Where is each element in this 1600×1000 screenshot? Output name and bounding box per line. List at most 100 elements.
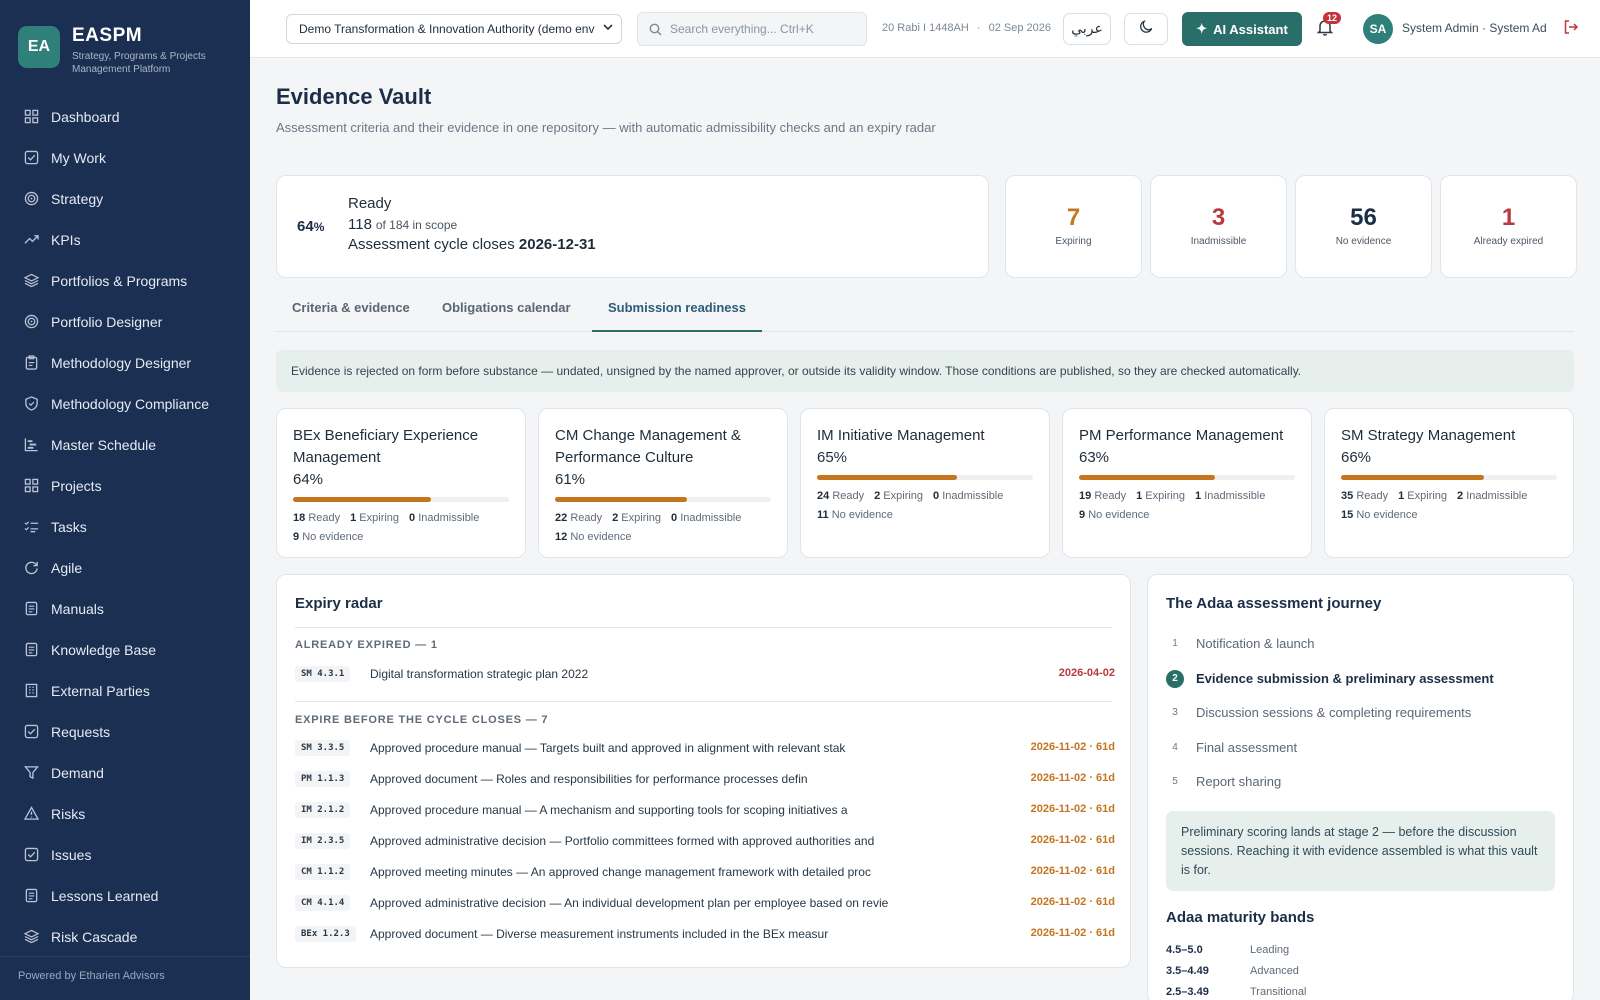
divider (295, 627, 1112, 628)
main-content: Evidence Vault Assessment criteria and t… (276, 58, 1577, 1000)
list-item[interactable]: BEx 1.2.3 Approved document — Diverse mea… (295, 924, 1115, 946)
divider (295, 701, 1112, 702)
sidebar-item-master-schedule[interactable]: Master Schedule (0, 424, 250, 465)
list-item[interactable]: SM 3.3.5 Approved procedure manual — Targ… (295, 738, 1115, 760)
tab-criteria-evidence[interactable]: Criteria & evidence (276, 300, 426, 332)
layers-icon (23, 273, 39, 289)
sidebar-item-methodology-designer[interactable]: Methodology Designer (0, 342, 250, 383)
sidebar-item-label: Methodology Designer (51, 354, 192, 371)
area-count-no-evidence: 9 No evidence (1079, 509, 1150, 521)
list-item[interactable]: IM 2.1.2 Approved procedure manual — A me… (295, 800, 1115, 822)
sidebar-item-issues[interactable]: Issues (0, 834, 250, 875)
area-readiness-card[interactable]: BEx Beneficiary Experience Management 64%… (276, 408, 526, 558)
area-readiness-card[interactable]: CM Change Management & Performance Cultu… (538, 408, 788, 558)
maturity-band: 2.5–3.49 Transitional (1166, 986, 1466, 1000)
sidebar-item-risks[interactable]: Risks (0, 793, 250, 834)
sidebar-item-label: My Work (51, 149, 106, 166)
maturity-bands-title: Adaa maturity bands (1166, 909, 1315, 926)
target-icon (23, 191, 39, 207)
sidebar-item-my-work[interactable]: My Work (0, 137, 250, 178)
avatar[interactable]: SA (1363, 14, 1393, 44)
grid-icon (23, 109, 39, 125)
stage-number: 3 (1172, 707, 1178, 718)
expiry-date: 2026-11-02 · 61d (1030, 896, 1115, 908)
notification-count-badge: 12 (1323, 12, 1342, 24)
stat-card-already-expired[interactable]: 1 Already expired (1440, 175, 1577, 278)
sidebar-item-methodology-compliance[interactable]: Methodology Compliance (0, 383, 250, 424)
list-item[interactable]: CM 4.1.4 Approved administrative decision… (295, 893, 1115, 915)
area-readiness-card[interactable]: IM Initiative Management 65% 24 Ready 2 Exp… (800, 408, 1050, 558)
date-separator: · (976, 22, 981, 34)
area-progress-bar (293, 497, 509, 502)
sidebar-item-manuals[interactable]: Manuals (0, 588, 250, 629)
logout-icon[interactable] (1563, 19, 1579, 40)
sidebar-item-dashboard[interactable]: Dashboard (0, 96, 250, 137)
list-item[interactable]: IM 2.3.5 Approved administrative decision… (295, 831, 1115, 853)
sidebar-item-requests[interactable]: Requests (0, 711, 250, 752)
area-progress-fill (555, 497, 687, 502)
area-count-no-evidence: 11 No evidence (817, 509, 893, 521)
criterion-code: IM 2.1.2 (295, 802, 351, 818)
stat-card-expiring[interactable]: 7 Expiring (1005, 175, 1142, 278)
area-progress-fill (817, 475, 958, 480)
stat-label: Expiring (1055, 236, 1092, 247)
sidebar-item-lessons-learned[interactable]: Lessons Learned (0, 875, 250, 916)
sidebar-item-demand[interactable]: Demand (0, 752, 250, 793)
area-percent: 64% (293, 471, 324, 488)
expiry-date: 2026-11-02 · 61d (1030, 834, 1115, 846)
evidence-description: Approved administrative decision — Portf… (370, 834, 875, 848)
area-readiness-card[interactable]: SM Strategy Management 66% 35 Ready 1 Expir… (1324, 408, 1574, 558)
band-label: Transitional (1250, 986, 1307, 998)
trend-icon (23, 232, 39, 248)
stat-card-no-evidence[interactable]: 56 No evidence (1295, 175, 1432, 278)
list-item[interactable]: CM 1.1.2 Approved meeting minutes — An ap… (295, 862, 1115, 884)
evidence-description: Approved document — Roles and responsibi… (370, 772, 808, 786)
tab-submission-readiness[interactable]: Submission readiness (592, 300, 762, 332)
sidebar-item-strategy[interactable]: Strategy (0, 178, 250, 219)
organization-select[interactable]: Demo Transformation & Innovation Authori… (286, 14, 622, 44)
tab-obligations-calendar[interactable]: Obligations calendar (426, 300, 587, 332)
stat-card-inadmissible[interactable]: 3 Inadmissible (1150, 175, 1287, 278)
sidebar-item-external-parties[interactable]: External Parties (0, 670, 250, 711)
date-display: 20 Rabi I 1448AH · 02 Sep 2026 (882, 22, 1051, 34)
list-item[interactable]: SM 4.3.1 Digital transformation strategic… (295, 664, 1115, 686)
search-input[interactable]: Search everything... Ctrl+K (637, 12, 867, 46)
journey-title: The Adaa assessment journey (1166, 595, 1382, 612)
area-readiness-card[interactable]: PM Performance Management 63% 19 Ready 1 Ex… (1062, 408, 1312, 558)
area-progress-bar (555, 497, 771, 502)
area-percent: 63% (1079, 449, 1110, 466)
sidebar-item-knowledge-base[interactable]: Knowledge Base (0, 629, 250, 670)
brand-logo: EA (18, 26, 60, 68)
sidebar-item-label: KPIs (51, 231, 81, 248)
area-percent: 61% (555, 471, 586, 488)
list-item[interactable]: PM 1.1.3 Approved document — Roles and re… (295, 769, 1115, 791)
stage-number: 5 (1172, 776, 1178, 787)
user-name[interactable]: System Admin · System Administrator (1402, 21, 1546, 35)
band-label: Leading (1250, 944, 1290, 956)
sidebar-item-agile[interactable]: Agile (0, 547, 250, 588)
area-count-inadmissible: 0 Inadmissible (409, 512, 480, 524)
language-toggle-button[interactable]: عربي (1063, 13, 1111, 45)
area-progress-bar (1079, 475, 1295, 480)
expiry-radar-title: Expiry radar (295, 595, 383, 612)
area-count-expiring: 1 Expiring (1398, 490, 1448, 502)
sidebar: EA EASPM Strategy, Programs & Projects M… (0, 0, 250, 1000)
check-square-icon (23, 150, 39, 166)
theme-toggle-button[interactable] (1124, 13, 1168, 45)
area-progress-bar (817, 475, 1033, 480)
sparkle-icon: ✦ (1196, 21, 1208, 36)
area-count-no-evidence: 12 No evidence (555, 531, 632, 543)
sidebar-item-tasks[interactable]: Tasks (0, 506, 250, 547)
sidebar-item-kpis[interactable]: KPIs (0, 219, 250, 260)
sidebar-item-risk-cascade[interactable]: Risk Cascade (0, 916, 250, 957)
document-icon (23, 601, 39, 617)
document-icon (23, 888, 39, 904)
sidebar-item-projects[interactable]: Projects (0, 465, 250, 506)
evidence-description: Approved administrative decision — An in… (370, 896, 889, 910)
sidebar-item-label: Risk Cascade (51, 928, 138, 945)
sidebar-item-portfolio-designer[interactable]: Portfolio Designer (0, 301, 250, 342)
ai-assistant-button[interactable]: ✦ AI Assistant (1182, 12, 1302, 46)
evidence-description: Approved meeting minutes — An approved c… (370, 865, 871, 879)
band-label: Advanced (1250, 965, 1299, 977)
sidebar-item-portfolios-programs[interactable]: Portfolios & Programs (0, 260, 250, 301)
